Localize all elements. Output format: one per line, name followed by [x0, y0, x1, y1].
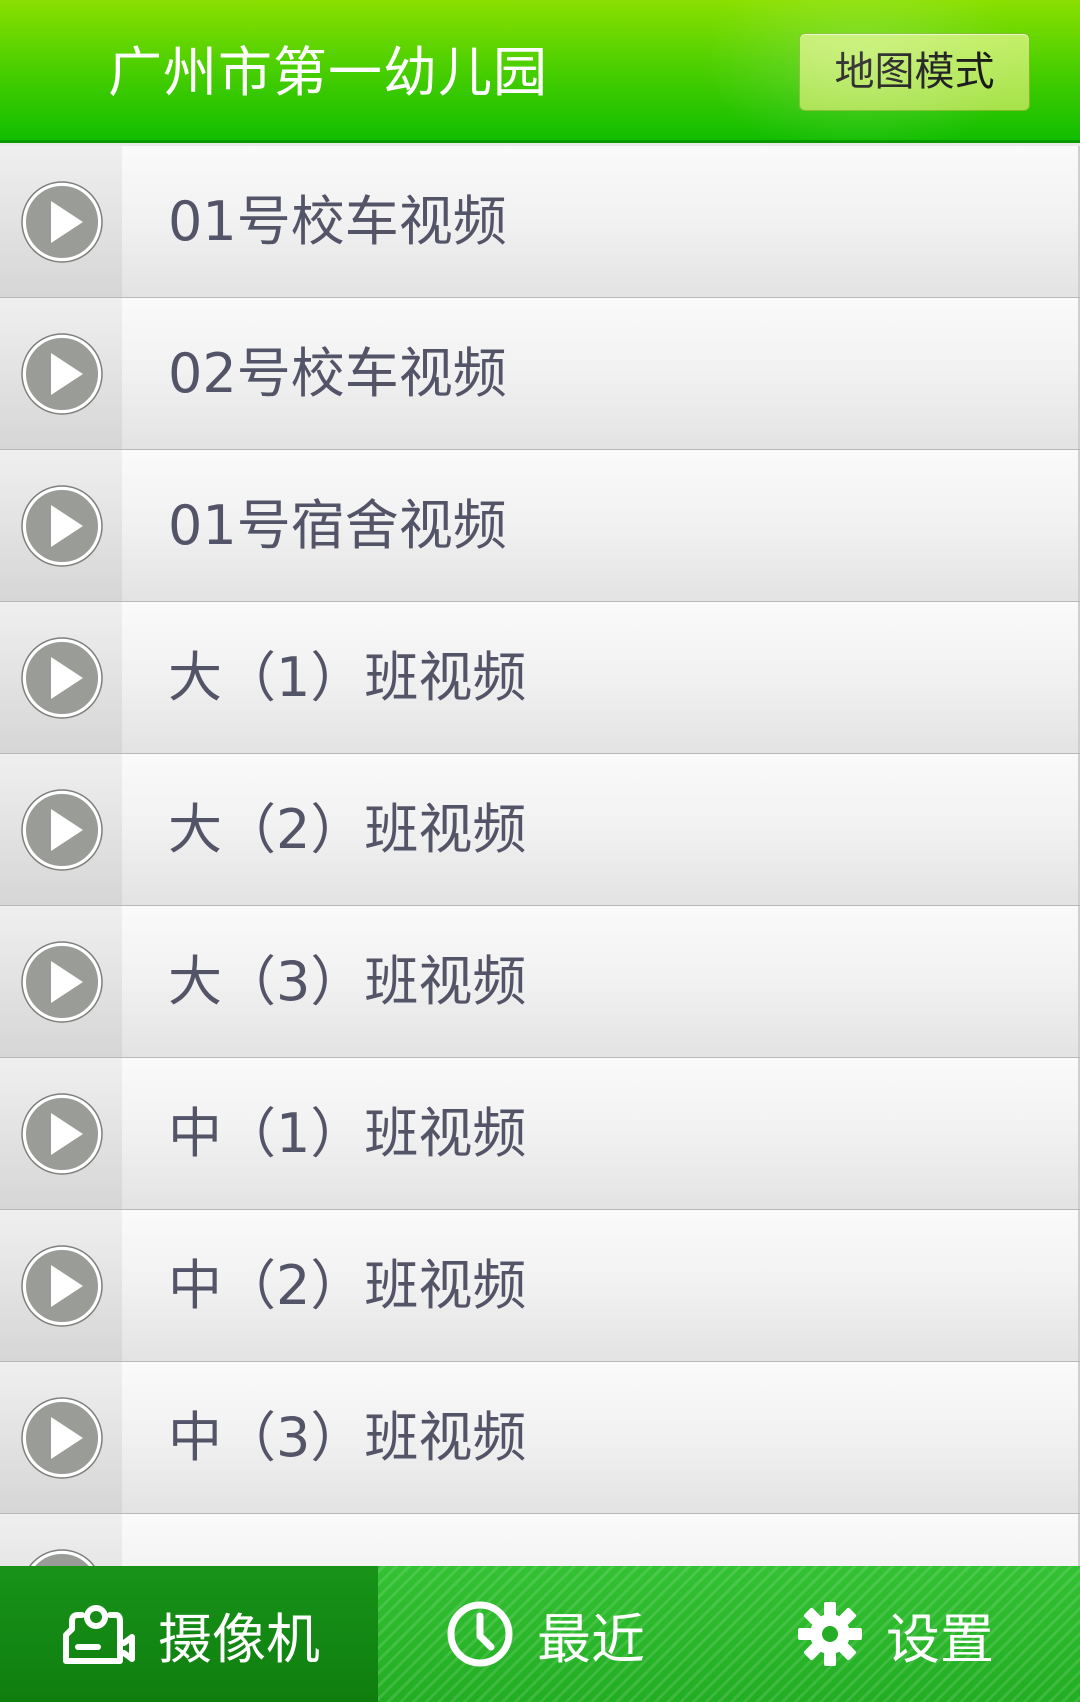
play-icon: [21, 1093, 103, 1175]
list-item-label: 02号校车视频: [168, 342, 507, 405]
play-icon: [21, 789, 103, 871]
list-item-label: 中（2）班视频: [168, 1254, 527, 1317]
camera-icon: [63, 1605, 135, 1664]
page-title: 广州市第一幼儿园: [108, 41, 548, 104]
row-icon-cell: [0, 1514, 122, 1566]
map-mode-button[interactable]: 地图模式: [799, 33, 1030, 111]
list-item[interactable]: 大（3）班视频: [0, 906, 1080, 1058]
row-icon-cell: [0, 754, 122, 905]
tab-camera[interactable]: 摄像机: [0, 1566, 378, 1702]
tab-label: 设置: [886, 1607, 994, 1671]
row-icon-cell: [0, 906, 122, 1057]
row-icon-cell: [0, 1058, 122, 1209]
tab-label: 摄像机: [158, 1607, 320, 1671]
clock-icon: [447, 1601, 513, 1667]
list-item-label: 大（2）班视频: [168, 798, 527, 861]
list-item[interactable]: 01号校车视频: [0, 146, 1080, 298]
row-icon-cell: [0, 450, 122, 601]
list-item[interactable]: 大（1）班视频: [0, 602, 1080, 754]
list-item[interactable]: 01号宿舍视频: [0, 450, 1080, 602]
play-icon: [21, 181, 103, 263]
list-item[interactable]: 大（2）班视频: [0, 754, 1080, 906]
video-list: 01号校车视频 02号校车视频 01号宿舍视频 大（1）班视频 大（2）班视频 …: [0, 146, 1080, 1566]
tab-settings[interactable]: 设置: [790, 1566, 1000, 1702]
play-icon: [21, 333, 103, 415]
bottom-tab-bar: 摄像机 最近 设置: [0, 1566, 1080, 1702]
list-item-label: 01号宿舍视频: [168, 494, 507, 557]
row-icon-cell: [0, 1210, 122, 1361]
tab-label: 最近: [537, 1607, 645, 1671]
row-body: [122, 1514, 1080, 1566]
list-item[interactable]: 中（1）班视频: [0, 1058, 1080, 1210]
list-item-label: 01号校车视频: [168, 190, 507, 253]
list-item-label: 中（3）班视频: [168, 1406, 527, 1469]
tab-recent[interactable]: 最近: [420, 1566, 670, 1702]
play-icon: [21, 941, 103, 1023]
list-item-label: 大（1）班视频: [168, 646, 527, 709]
list-item-label: 大（3）班视频: [168, 950, 527, 1013]
list-item[interactable]: 02号校车视频: [0, 298, 1080, 450]
gear-icon: [798, 1602, 862, 1666]
play-icon: [21, 637, 103, 719]
row-icon-cell: [0, 298, 122, 449]
play-icon: [21, 1245, 103, 1327]
top-bar: 广州市第一幼儿园 地图模式: [0, 0, 1080, 143]
row-icon-cell: [0, 1362, 122, 1513]
list-item[interactable]: 中（2）班视频: [0, 1210, 1080, 1362]
play-icon: [21, 1397, 103, 1479]
list-item-label: 中（1）班视频: [168, 1102, 527, 1165]
list-item[interactable]: [0, 1514, 1080, 1566]
play-icon: [21, 485, 103, 567]
list-item[interactable]: 中（3）班视频: [0, 1362, 1080, 1514]
row-icon-cell: [0, 602, 122, 753]
row-icon-cell: [0, 146, 122, 297]
play-icon: [29, 1549, 95, 1566]
